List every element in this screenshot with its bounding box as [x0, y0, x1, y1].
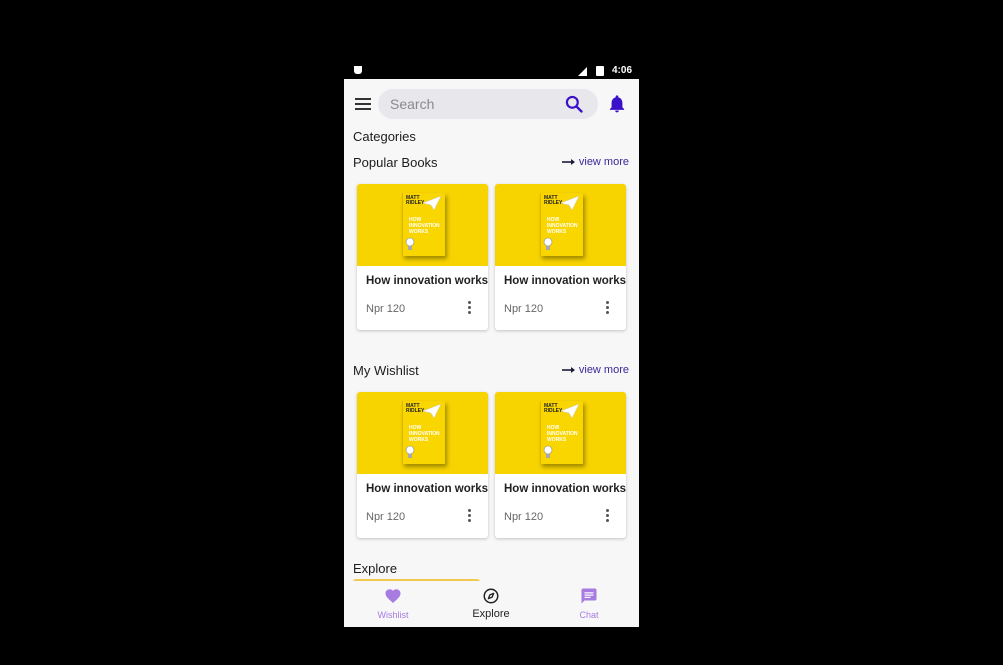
- nav-explore-label: Explore: [472, 608, 510, 620]
- more-vert-icon[interactable]: [606, 301, 610, 315]
- nav-explore[interactable]: Explore: [442, 581, 540, 627]
- heart-icon: [385, 589, 401, 603]
- book-title: How innovation works: [504, 275, 626, 287]
- more-vert-icon[interactable]: [468, 509, 472, 523]
- lightbulb-icon: [543, 237, 553, 250]
- search-bar[interactable]: [378, 89, 598, 119]
- home-screen: Categories Popular Books view more MATT …: [344, 79, 639, 627]
- top-app-bar: [344, 79, 639, 129]
- nav-wishlist-label: Wishlist: [377, 610, 409, 620]
- paper-plane-icon: [561, 404, 579, 418]
- signal-icon: [578, 67, 587, 76]
- book-title: How innovation works: [366, 275, 488, 287]
- more-vert-icon[interactable]: [468, 301, 472, 315]
- book-card[interactable]: MATT RIDLEY HOW INNOVATION WORKS How inn…: [495, 392, 626, 538]
- nav-chat-label: Chat: [579, 610, 599, 620]
- paper-plane-icon: [423, 404, 441, 418]
- book-cover-image: MATT RIDLEY HOW INNOVATION WORKS: [357, 392, 488, 474]
- book-cover-image: MATT RIDLEY HOW INNOVATION WORKS: [495, 184, 626, 266]
- book-cover-image: MATT RIDLEY HOW INNOVATION WORKS: [357, 184, 488, 266]
- book-cover-image: MATT RIDLEY HOW INNOVATION WORKS: [495, 392, 626, 474]
- explore-heading: Explore: [353, 561, 398, 576]
- book-price: Npr 120: [504, 303, 544, 315]
- menu-icon[interactable]: [355, 98, 371, 110]
- book-price: Npr 120: [366, 303, 406, 315]
- compass-icon: [483, 588, 499, 604]
- bottom-navigation: Wishlist Explore Chat: [344, 581, 639, 627]
- cover-title: HOW INNOVATION WORKS: [547, 425, 578, 443]
- search-icon[interactable]: [564, 94, 584, 114]
- bell-icon[interactable]: [607, 93, 627, 115]
- battery-icon: [596, 66, 604, 76]
- cover-title: HOW INNOVATION WORKS: [409, 217, 440, 235]
- phone-frame: 4:06 Categories Popular Books: [344, 64, 639, 627]
- book-price: Npr 120: [366, 511, 406, 523]
- view-more-label: view more: [578, 156, 629, 168]
- popular-books-heading: Popular Books: [353, 155, 438, 170]
- lightbulb-icon: [405, 237, 415, 250]
- book-card[interactable]: MATT RIDLEY HOW INNOVATION WORKS How inn…: [357, 184, 488, 330]
- paper-plane-icon: [423, 196, 441, 210]
- search-input[interactable]: [390, 89, 560, 119]
- book-price: Npr 120: [504, 511, 544, 523]
- wishlist-view-more-link[interactable]: view more: [561, 364, 629, 376]
- nav-chat[interactable]: Chat: [540, 581, 638, 627]
- book-title: How innovation works: [366, 483, 488, 495]
- nav-wishlist[interactable]: Wishlist: [344, 581, 442, 627]
- arrow-right-icon: [561, 159, 575, 165]
- cover-title: HOW INNOVATION WORKS: [409, 425, 440, 443]
- lightbulb-icon: [405, 445, 415, 458]
- cover-title: HOW INNOVATION WORKS: [547, 217, 578, 235]
- status-time: 4:06: [611, 65, 632, 76]
- categories-heading: Categories: [353, 129, 416, 144]
- more-vert-icon[interactable]: [606, 509, 610, 523]
- status-bar: 4:06: [344, 64, 639, 79]
- book-title: How innovation works: [504, 483, 626, 495]
- chat-icon: [581, 588, 597, 604]
- book-card[interactable]: MATT RIDLEY HOW INNOVATION WORKS How inn…: [357, 392, 488, 538]
- notification-icon: [354, 66, 362, 74]
- wishlist-heading: My Wishlist: [353, 363, 419, 378]
- arrow-right-icon: [561, 367, 575, 373]
- paper-plane-icon: [561, 196, 579, 210]
- view-more-label: view more: [578, 364, 629, 376]
- book-card[interactable]: MATT RIDLEY HOW INNOVATION WORKS How inn…: [495, 184, 626, 330]
- popular-view-more-link[interactable]: view more: [561, 156, 629, 168]
- lightbulb-icon: [543, 445, 553, 458]
